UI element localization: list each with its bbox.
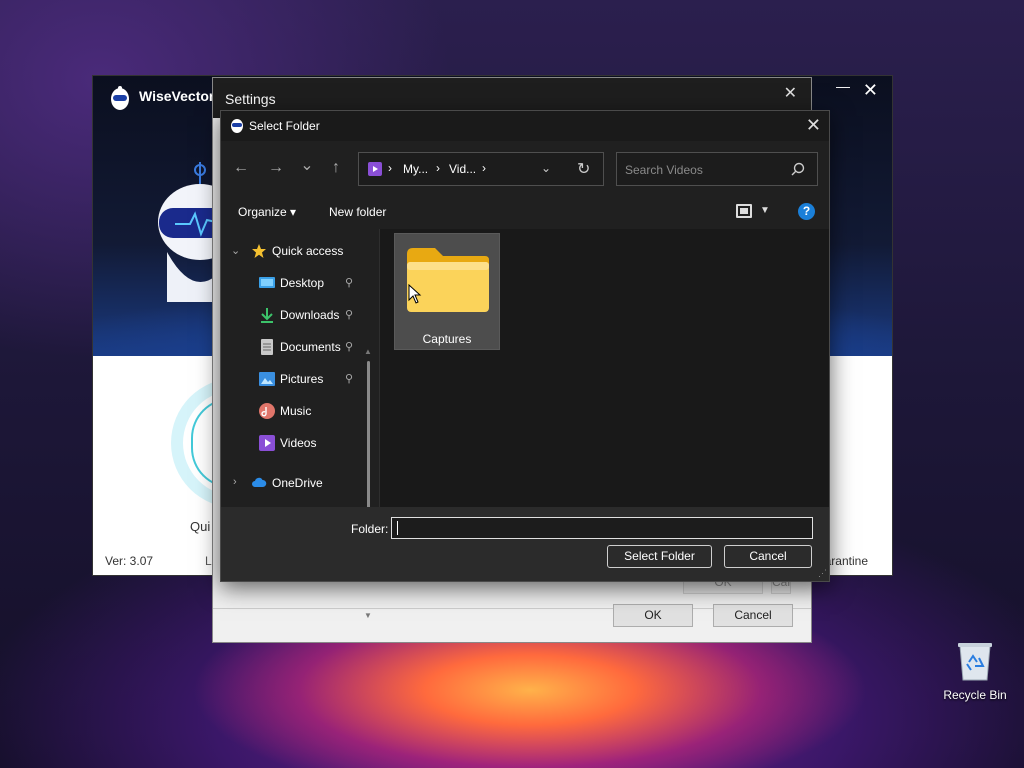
pictures-icon — [259, 372, 275, 386]
settings-close-button[interactable]: ✕ — [784, 83, 797, 103]
breadcrumb-videos[interactable]: Vid... — [449, 162, 476, 176]
nav-item-downloads[interactable]: Downloads ⚲ — [221, 303, 371, 327]
up-button[interactable]: ↑ — [327, 159, 345, 177]
nav-label: OneDrive — [272, 476, 323, 490]
folder-item-captures[interactable]: Captures — [394, 233, 500, 350]
app-title: WiseVector — [139, 88, 215, 104]
mouse-cursor-icon — [408, 284, 422, 304]
dialog-title: Select Folder — [249, 119, 320, 133]
folder-name-input[interactable] — [391, 517, 813, 539]
wisevector-small-icon — [231, 119, 243, 133]
close-button[interactable]: ✕ — [863, 80, 878, 101]
nav-label: Pictures — [280, 372, 324, 386]
settings-ok-button[interactable]: OK — [613, 604, 693, 627]
dialog-footer: Folder: Select Folder Cancel ⋰ — [221, 507, 829, 581]
scroll-down-arrow[interactable]: ▼ — [364, 611, 372, 620]
nav-label: Music — [280, 404, 312, 418]
settings-title: Settings — [225, 91, 276, 107]
cloud-icon — [252, 477, 267, 487]
file-list-pane[interactable]: Captures — [380, 229, 829, 507]
quick-scan-label: Qui — [190, 519, 211, 534]
breadcrumb-my-videos[interactable]: My... — [403, 162, 428, 176]
recycle-bin-icon — [958, 643, 992, 681]
videos-icon — [368, 162, 382, 176]
partial-link-label: L — [205, 554, 212, 568]
expand-chevron-icon[interactable]: ⌄ — [231, 244, 240, 257]
nav-label: Downloads — [280, 308, 340, 322]
new-folder-button[interactable]: New folder — [329, 205, 386, 219]
downloads-icon — [261, 308, 273, 323]
videos-icon — [259, 435, 275, 451]
breadcrumb-separator: › — [436, 161, 440, 175]
address-dropdown-icon[interactable]: ⌄ — [541, 161, 551, 175]
select-folder-button[interactable]: Select Folder — [607, 545, 712, 568]
quarantine-link[interactable]: arantine — [825, 554, 868, 568]
recent-locations-button[interactable]: ⌄ — [298, 155, 316, 175]
pin-icon[interactable]: ⚲ — [345, 308, 353, 321]
nav-item-desktop[interactable]: Desktop ⚲ — [221, 271, 371, 295]
resize-grip-icon[interactable]: ⋰ — [818, 568, 827, 579]
refresh-icon[interactable]: ↻ — [577, 159, 590, 179]
breadcrumb-separator[interactable]: › — [482, 161, 486, 175]
breadcrumb-separator: › — [388, 161, 392, 175]
collapse-chevron-icon[interactable]: › — [233, 476, 237, 488]
wisevector-logo-icon — [111, 86, 129, 110]
minimize-button[interactable]: — — [836, 78, 850, 94]
address-bar[interactable]: › My... › Vid... › ⌄ ↻ — [358, 152, 604, 186]
search-input[interactable]: Search Videos — [625, 163, 703, 177]
version-label: Ver: 3.07 — [105, 554, 154, 568]
nav-label: Videos — [280, 436, 317, 450]
search-icon[interactable] — [791, 162, 805, 176]
nav-quick-access[interactable]: ⌄ Quick access — [221, 239, 371, 263]
navigation-pane: ⌄ Quick access Desktop ⚲ Downloads ⚲ Doc… — [221, 229, 379, 620]
nav-label: Documents — [280, 340, 341, 354]
forward-button[interactable]: → — [267, 159, 285, 177]
dialog-cancel-button[interactable]: Cancel — [724, 545, 812, 568]
pin-icon[interactable]: ⚲ — [345, 276, 353, 289]
music-icon — [259, 403, 275, 419]
nav-item-music[interactable]: Music — [221, 399, 371, 423]
nav-item-documents[interactable]: Documents ⚲ — [221, 335, 371, 359]
help-icon[interactable]: ? — [798, 203, 815, 220]
select-folder-dialog: Select Folder ✕ ← → ⌄ ↑ › My... › Vid...… — [220, 110, 830, 620]
recycle-bin[interactable]: Recycle Bin — [940, 636, 1010, 706]
organize-menu[interactable]: Organize ▾ — [238, 205, 296, 219]
nav-item-videos[interactable]: Videos — [221, 431, 371, 455]
nav-label: Desktop — [280, 276, 325, 290]
search-box[interactable]: Search Videos — [616, 152, 818, 186]
pin-icon[interactable]: ⚲ — [345, 372, 353, 385]
dialog-titlebar: Select Folder ✕ — [221, 111, 829, 141]
text-caret — [397, 521, 398, 535]
view-mode-icon[interactable] — [736, 204, 752, 218]
scroll-up-arrow[interactable]: ▲ — [364, 347, 372, 356]
recycle-bin-label: Recycle Bin — [943, 688, 1007, 702]
documents-icon — [261, 339, 273, 355]
folder-field-label: Folder: — [351, 522, 389, 536]
settings-cancel-button[interactable]: Cancel — [713, 604, 793, 627]
nav-item-pictures[interactable]: Pictures ⚲ — [221, 367, 371, 391]
nav-label: Quick access — [272, 244, 344, 258]
star-icon — [252, 244, 266, 258]
pin-icon[interactable]: ⚲ — [345, 340, 353, 353]
folder-name: Captures — [422, 332, 472, 346]
nav-item-onedrive[interactable]: › OneDrive — [221, 471, 371, 495]
view-dropdown-icon[interactable]: ▼ — [760, 205, 770, 216]
back-button[interactable]: ← — [232, 159, 250, 177]
dialog-close-button[interactable]: ✕ — [806, 115, 821, 136]
desktop-icon — [259, 277, 275, 288]
